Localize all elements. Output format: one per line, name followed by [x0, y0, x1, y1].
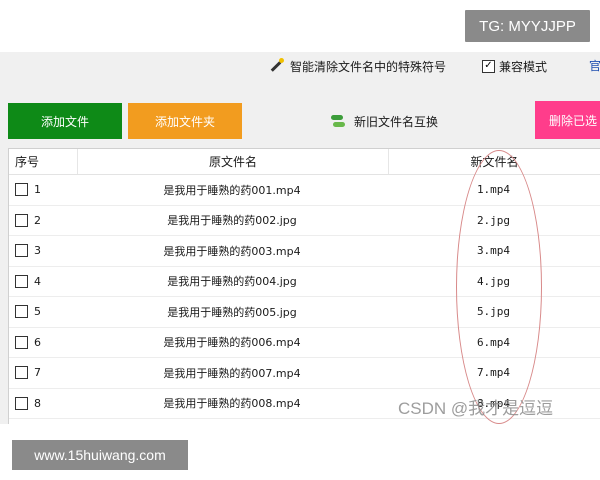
compat-mode-label: 兼容模式	[499, 59, 548, 74]
watermark-top: TG: MYYJJPP	[465, 10, 590, 42]
table-row[interactable]: 2 是我用于睡熟的药002.jpg 2.jpg	[9, 206, 600, 236]
table-row[interactable]: 4 是我用于睡熟的药004.jpg 4.jpg	[9, 267, 600, 297]
row-seq-cell: 6	[9, 335, 77, 349]
magic-wand-icon	[268, 58, 284, 73]
header-new-name[interactable]: 新文件名	[388, 149, 600, 174]
table-header: 序号 原文件名 新文件名	[9, 149, 600, 175]
row-checkbox[interactable]	[15, 335, 28, 349]
clean-special-chars-button[interactable]: 智能清除文件名中的特殊符号	[268, 55, 446, 77]
row-seq: 3	[34, 244, 41, 258]
row-original-name: 是我用于睡熟的药008.mp4	[163, 397, 301, 411]
table-row[interactable]: 6 是我用于睡熟的药006.mp4 6.mp4	[9, 328, 600, 358]
row-seq: 8	[34, 396, 41, 410]
row-seq: 6	[34, 335, 41, 349]
row-new-name: 4.jpg	[476, 274, 511, 288]
row-original-name: 是我用于睡熟的药003.mp4	[163, 244, 301, 258]
add-file-button[interactable]: 添加文件	[8, 103, 122, 139]
row-seq-cell: 8	[9, 396, 77, 410]
row-new-name: 3.mp4	[476, 244, 511, 258]
row-seq: 7	[34, 366, 41, 380]
row-original-name: 是我用于睡熟的药006.mp4	[163, 336, 301, 350]
row-checkbox[interactable]	[15, 396, 28, 410]
row-seq: 4	[34, 274, 41, 288]
row-seq: 2	[34, 213, 41, 227]
row-seq-cell: 4	[9, 274, 77, 288]
table-row[interactable]: 5 是我用于睡熟的药005.jpg 5.jpg	[9, 297, 600, 328]
row-seq-cell: 7	[9, 366, 77, 380]
table-row[interactable]: 3 是我用于睡熟的药003.mp4 3.mp4	[9, 236, 600, 267]
row-new-name: 6.mp4	[476, 335, 511, 349]
row-seq: 1	[34, 183, 41, 197]
row-seq: 5	[34, 305, 41, 319]
row-new-name: 5.jpg	[476, 305, 511, 319]
row-checkbox[interactable]	[15, 183, 28, 197]
compat-mode-checkbox[interactable]: ✓	[482, 59, 495, 73]
clean-special-chars-label: 智能清除文件名中的特殊符号	[290, 59, 447, 74]
add-folder-button[interactable]: 添加文件夹	[128, 103, 242, 139]
row-checkbox[interactable]	[15, 244, 28, 258]
official-site-link[interactable]: 官	[589, 57, 600, 74]
row-checkbox[interactable]	[15, 305, 28, 319]
delete-selected-button[interactable]: 删除已选	[535, 101, 600, 139]
row-checkbox[interactable]	[15, 274, 28, 288]
watermark-bottom: www.15huiwang.com	[12, 440, 188, 470]
header-seq[interactable]: 序号	[9, 153, 77, 170]
table-row[interactable]: 7 是我用于睡熟的药007.mp4 7.mp4	[9, 358, 600, 389]
swap-icon	[330, 113, 346, 129]
row-original-name: 是我用于睡熟的药007.mp4	[163, 366, 301, 380]
row-checkbox[interactable]	[15, 366, 28, 380]
row-new-name: 7.mp4	[476, 366, 511, 380]
row-original-name: 是我用于睡熟的药002.jpg	[167, 214, 297, 228]
row-new-name: 1.mp4	[476, 183, 511, 197]
swap-names-button[interactable]: 新旧文件名互换	[330, 110, 438, 132]
row-seq-cell: 5	[9, 305, 77, 319]
row-seq-cell: 1	[9, 183, 77, 197]
row-original-name: 是我用于睡熟的药004.jpg	[167, 275, 297, 289]
row-original-name: 是我用于睡熟的药001.mp4	[163, 183, 301, 197]
compat-mode-toggle[interactable]: ✓ 兼容模式	[482, 56, 547, 76]
watermark-csdn: CSDN @我才是逗逗	[398, 399, 554, 418]
row-original-name: 是我用于睡熟的药005.jpg	[167, 305, 297, 319]
header-original-name[interactable]: 原文件名	[77, 149, 388, 174]
row-checkbox[interactable]	[15, 213, 28, 227]
table-row[interactable]: 1 是我用于睡熟的药001.mp4 1.mp4	[9, 175, 600, 206]
row-seq-cell: 2	[9, 213, 77, 227]
row-seq-cell: 3	[9, 244, 77, 258]
file-table: 序号 原文件名 新文件名 1 是我用于睡熟的药001.mp4 1.mp4 2 是我用于睡…	[8, 148, 600, 424]
swap-names-label: 新旧文件名互换	[354, 114, 439, 129]
row-new-name: 2.jpg	[476, 213, 511, 227]
